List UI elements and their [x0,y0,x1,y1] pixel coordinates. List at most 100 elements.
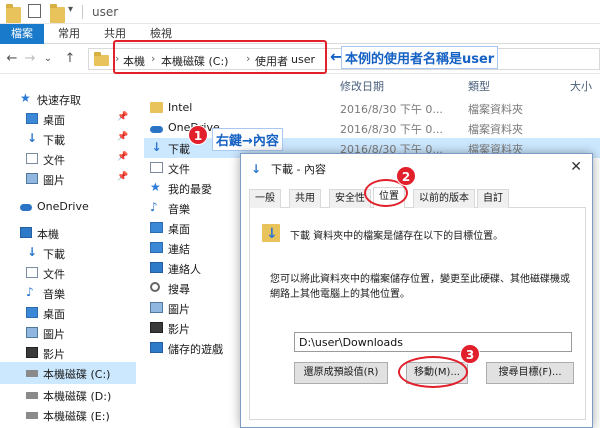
video-icon [26,347,38,358]
find-target-button[interactable]: 搜尋目標(F)... [486,362,574,384]
dialog-tabs: 一般 共用 安全性 位置 以前的版本 自訂 [249,187,586,209]
column-header-modified[interactable]: 修改日期 [340,78,384,94]
sidebar-item-label: 桌面 [43,114,65,127]
drive-icon [26,412,38,419]
close-icon[interactable]: ✕ [570,159,582,175]
sidebar-item-quick-access[interactable]: ★ 快速存取 [0,88,136,110]
tab-general[interactable]: 一般 [249,189,281,208]
sidebar-item-this-pc[interactable]: 本機 [0,222,136,244]
tab-customize[interactable]: 自訂 [477,189,509,208]
new-folder-icon[interactable] [50,4,65,23]
links-icon [150,242,163,253]
up-button[interactable]: ↑ [62,51,78,66]
picture-icon [150,302,163,313]
annotation-step1: 右鍵→內容 [212,128,283,151]
cloud-icon [150,126,163,133]
sidebar-item-downloads[interactable]: ↓ 下載 📌 [0,128,136,150]
properties-icon[interactable] [28,4,41,18]
list-item[interactable]: Intel 2016/8/30 下午 0... 檔案資料夾 [144,98,600,118]
file-type: 檔案資料夾 [468,103,523,116]
picture-icon [26,173,38,184]
sidebar-item-desktop[interactable]: 桌面 📌 [0,108,136,130]
properties-dialog: ↓ 下載 - 內容 ✕ 一般 共用 安全性 位置 以前的版本 自訂 ↓ 下載 資… [240,153,593,428]
drive-icon [26,392,38,399]
sidebar-item-drive-d[interactable]: 本機磁碟 (D:) [0,384,136,406]
picture-icon [26,327,38,338]
file-name: 儲存的遊戲 [168,343,223,356]
sidebar-item-pictures[interactable]: 圖片 📌 [0,168,136,190]
sidebar-item-pc-desktop[interactable]: 桌面 [0,302,136,324]
step-badge-3: 3 [460,344,480,364]
forward-button[interactable]: → [22,51,38,66]
folder-icon [6,4,21,23]
sidebar-item-pc-pictures[interactable]: 圖片 [0,322,136,344]
star-icon: ★ [20,91,31,105]
tab-file[interactable]: 檔案 [0,24,44,44]
sidebar-item-pc-downloads[interactable]: ↓ 下載 [0,242,136,264]
file-name: 音樂 [168,203,190,216]
file-name: 圖片 [168,303,190,316]
file-name: 下載 [168,143,190,156]
file-type: 檔案資料夾 [468,123,523,136]
tab-previous-versions[interactable]: 以前的版本 [413,189,475,208]
step-badge-2: 2 [396,166,416,186]
document-icon [150,162,163,173]
download-icon: ↓ [26,245,38,259]
dialog-title: 下載 - 內容 [271,163,326,176]
recent-locations-button[interactable]: ⌄ [40,53,56,64]
title-separator [82,5,83,19]
sidebar-item-documents[interactable]: 文件 📌 [0,148,136,170]
sidebar-item-label: 本機磁碟 (D:) [43,390,112,403]
sidebar-item-drive-c[interactable]: 本機磁碟 (C:) [0,362,136,384]
sidebar-item-label: 文件 [43,154,65,167]
sidebar-item-label: 音樂 [43,288,65,301]
back-button[interactable]: ← [4,51,20,66]
desktop-icon [150,222,163,233]
sidebar-item-label: 桌面 [43,308,65,321]
column-header-type[interactable]: 類型 [468,78,490,94]
pin-icon: 📌 [117,172,129,182]
folder-icon [94,52,109,66]
sidebar-item-label: 本機磁碟 (E:) [43,410,110,423]
sidebar-item-label: 圖片 [43,328,65,341]
sidebar-item-onedrive[interactable]: OneDrive [0,196,136,218]
drive-icon [26,370,38,377]
location-path-field[interactable]: D:\user\Downloads [294,332,572,352]
document-icon [26,267,38,278]
title-bar: ▾ user [0,0,600,24]
sidebar-item-pc-documents[interactable]: 文件 [0,262,136,284]
sidebar-item-label: 下載 [43,134,65,147]
file-name: 我的最愛 [168,183,212,196]
sidebar-item-label: 本機磁碟 (C:) [43,368,111,381]
sidebar-item-label: 快速存取 [37,94,81,107]
step-badge-1: 1 [188,125,208,145]
download-icon: ↓ [151,140,162,154]
star-icon: ★ [150,180,161,194]
pin-icon: 📌 [117,152,129,162]
tab-home[interactable]: 常用 [52,24,86,44]
tab-sharing[interactable]: 共用 [289,189,321,208]
file-name: 桌面 [168,223,190,236]
sidebar-item-pc-music[interactable]: ♪ 音樂 [0,282,136,304]
sidebar-item-label: 文件 [43,268,65,281]
navigation-pane: ★ 快速存取 桌面 📌 ↓ 下載 📌 文件 📌 圖片 📌 OneDrive 本機… [0,88,136,428]
highlight-move-button [398,356,468,388]
pin-icon: 📌 [117,112,129,122]
sidebar-item-label: 影片 [43,348,65,361]
file-name: 影片 [168,323,190,336]
window-title: user [92,5,119,19]
sidebar-item-pc-videos[interactable]: 影片 [0,342,136,364]
download-icon: ↓ [266,226,278,242]
location-description: 下載 資料夾中的檔案是儲存在以下的目標位置。 [290,231,504,242]
sidebar-item-label: 圖片 [43,174,65,187]
customize-toolbar-icon[interactable]: ▾ [68,4,73,20]
search-icon [150,282,160,292]
sidebar-item-label: OneDrive [37,200,89,213]
highlight-breadcrumb [113,40,327,74]
sidebar-item-drive-e[interactable]: 本機磁碟 (E:) [0,404,136,426]
restore-default-button[interactable]: 還原成預設值(R) [294,362,388,384]
saved-games-icon [150,342,163,353]
file-name: 連絡人 [168,263,201,276]
computer-icon [20,227,32,238]
column-header-size[interactable]: 大小 [570,78,592,94]
